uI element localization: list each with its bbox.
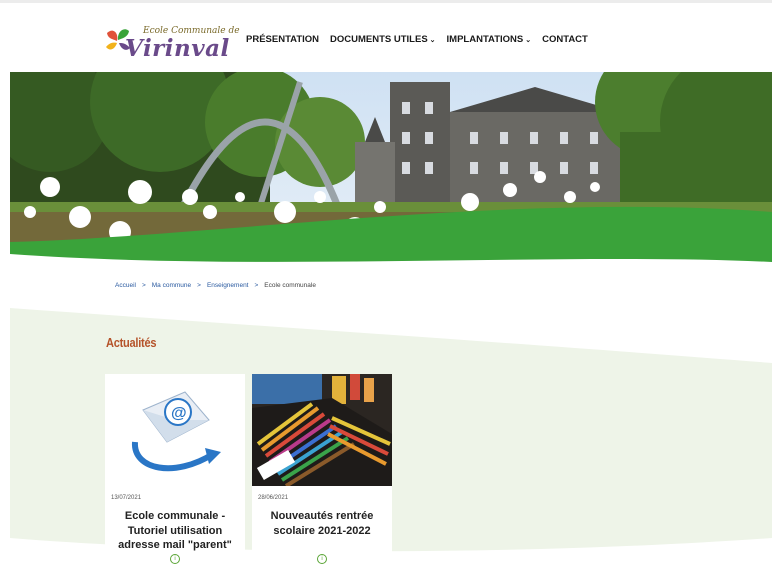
card-image-email: @ — [105, 374, 245, 486]
nav-implantations-label: IMPLANTATIONS — [446, 34, 524, 45]
card-title[interactable]: Nouveautés rentrée scolaire 2021-2022 — [256, 509, 388, 538]
info-icon[interactable]: i — [317, 554, 327, 564]
chevron-down-icon: ⌄ — [525, 37, 532, 44]
site-logo[interactable]: Ecole Communale de Virinval — [103, 25, 240, 62]
news-card[interactable]: 28/06/2021 Nouveautés rentrée scolaire 2… — [252, 374, 392, 568]
site-header: Ecole Communale de Virinval PRÉSENTATION… — [0, 3, 772, 71]
svg-text:@: @ — [171, 405, 187, 422]
card-title[interactable]: Ecole communale - Tutoriel utilisation a… — [109, 509, 241, 553]
card-date: 28/06/2021 — [258, 495, 289, 501]
breadcrumb-current: Ecole communale — [264, 282, 316, 289]
hero-banner-image — [10, 72, 772, 270]
news-card[interactable]: @ 13/07/2021 Ecole communale - Tutoriel … — [105, 374, 245, 568]
nav-documents-utiles[interactable]: DOCUMENTS UTILES ⌄ — [330, 34, 436, 45]
nav-presentation[interactable]: PRÉSENTATION — [246, 34, 319, 45]
nav-contact-label: CONTACT — [542, 34, 588, 45]
breadcrumb-separator: > — [141, 282, 146, 289]
breadcrumb: Accueil > Ma commune > Enseignement > Ecole co… — [115, 282, 316, 289]
logo-line-2: Virinval — [125, 35, 230, 62]
card-image-pencils — [252, 374, 392, 486]
breadcrumb-separator: > — [254, 282, 259, 289]
nav-presentation-label: PRÉSENTATION — [246, 34, 320, 45]
breadcrumb-separator: > — [197, 282, 201, 289]
nav-contact[interactable]: CONTACT — [542, 34, 588, 45]
nav-documents-utiles-label: DOCUMENTS UTILES — [330, 34, 428, 45]
main-nav: PRÉSENTATION DOCUMENTS UTILES ⌄ IMPLANTAT… — [246, 34, 599, 45]
chevron-down-icon: ⌄ — [429, 37, 436, 44]
breadcrumb-item-ma-commune[interactable]: Ma commune — [152, 282, 191, 289]
info-icon[interactable]: i — [170, 554, 180, 564]
nav-implantations[interactable]: IMPLANTATIONS ⌄ — [447, 34, 532, 45]
breadcrumb-item-enseignement[interactable]: Enseignement — [207, 282, 249, 289]
section-title-actualites: Actualités — [106, 335, 157, 350]
card-date: 13/07/2021 — [111, 495, 142, 501]
breadcrumb-item-accueil[interactable]: Accueil — [115, 282, 136, 289]
